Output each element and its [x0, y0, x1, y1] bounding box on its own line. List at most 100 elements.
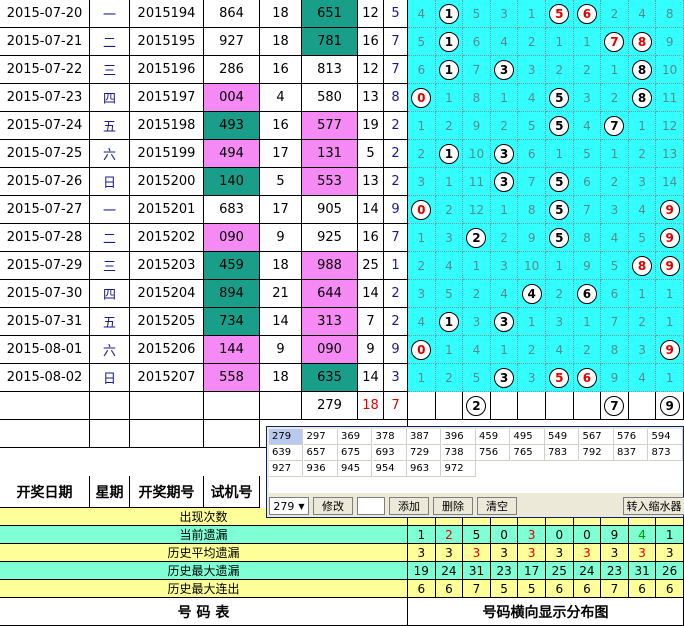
table-row[interactable]: 2015-08-01 六 2015206 144 9 090 9 9 0 1 4 1 2 4 2 8 3 9 [0, 336, 684, 364]
dist-cell: 14 [656, 168, 684, 196]
dist-cell: 10 [463, 140, 491, 168]
hit-ball: 3 [494, 367, 515, 388]
dist-cell: 0 [408, 84, 436, 112]
table-row[interactable]: 2015-07-22 三 2015196 286 16 813 12 7 6 1 7 3 3 2 2 1 8 10 [0, 56, 684, 84]
clear-button[interactable]: 清空 [477, 497, 517, 515]
dist-cell: 9 [463, 112, 491, 140]
combo-cell[interactable]: 837 [614, 445, 648, 461]
dist-cell: 1 [408, 364, 436, 392]
combo-cell[interactable]: 495 [510, 429, 545, 445]
cell-draw: 905 [302, 196, 358, 224]
cell-a: 16 [260, 56, 302, 84]
delete-button[interactable]: 删除 [433, 497, 473, 515]
dist-cell: 9 [656, 224, 684, 252]
cell-s: 5 [358, 140, 384, 168]
combo-cell[interactable]: 963 [407, 461, 441, 477]
combo-cell[interactable]: 756 [476, 445, 510, 461]
hit-ball: 1 [438, 31, 459, 52]
combo-cell[interactable]: 459 [476, 429, 510, 445]
dist-cell: 3 [628, 336, 657, 364]
combo-cell[interactable]: 549 [545, 429, 579, 445]
omit-count: 1 [555, 146, 564, 161]
dist-cell: 7 [601, 308, 629, 336]
dist-cell: 2 [601, 84, 629, 112]
omit-count: 6 [472, 34, 481, 49]
dist-cell: 1 [656, 280, 684, 308]
import-button[interactable]: 转入缩水器 [623, 497, 684, 515]
combo-cell[interactable]: 387 [407, 429, 441, 445]
hit-ball: 2 [466, 395, 487, 416]
cell-draw: 651 [302, 0, 358, 28]
combo-select[interactable]: 279 ▼ [269, 497, 309, 515]
blank-cell [90, 420, 130, 448]
dist-cell: 1 [408, 112, 436, 140]
combo-cell[interactable]: 567 [579, 429, 614, 445]
combo-cell[interactable]: 279 [269, 429, 303, 445]
combo-cell[interactable]: 369 [338, 429, 372, 445]
dist-cell: 2 [518, 28, 546, 56]
table-row[interactable]: 2015-07-24 五 2015198 493 16 577 19 2 1 2 9 2 5 5 4 7 1 12 [0, 112, 684, 140]
add-button[interactable]: 添加 [389, 497, 429, 515]
cell-draw: 644 [302, 280, 358, 308]
omit-count: 2 [500, 118, 508, 133]
dist-cell: 4 [490, 28, 519, 56]
dist-cell: 1 [435, 308, 464, 336]
combo-cell[interactable]: 729 [407, 445, 441, 461]
cell-d: 7 [384, 28, 408, 56]
combo-cell[interactable]: 783 [545, 445, 579, 461]
dist-cell: 5 [546, 112, 574, 140]
combo-cell[interactable]: 936 [303, 461, 338, 477]
combo-cell[interactable]: 378 [372, 429, 407, 445]
stat-value: 5 [463, 526, 491, 544]
cell-test: 494 [204, 140, 260, 168]
combo-cell[interactable]: 873 [648, 445, 683, 461]
cell-draw: 813 [302, 56, 358, 84]
cell-a: 4 [260, 84, 302, 112]
combo-cell[interactable]: 972 [441, 461, 476, 477]
edit-button[interactable]: 修改 [313, 497, 353, 515]
omit-count: 3 [610, 202, 619, 217]
omit-count: 4 [583, 118, 591, 133]
combo-cell[interactable]: 927 [269, 461, 303, 477]
omit-count: 5 [583, 146, 591, 161]
combo-cell[interactable]: 576 [614, 429, 648, 445]
hit-ball: 6 [576, 367, 597, 388]
table-row[interactable]: 2015-07-27 一 2015201 683 17 905 14 9 0 2 12 1 8 5 7 3 4 9 [0, 196, 684, 224]
cell-d: 7 [384, 224, 408, 252]
combo-cell[interactable]: 594 [648, 429, 683, 445]
combo-cell[interactable]: 693 [372, 445, 407, 461]
table-row[interactable]: 2015-07-23 四 2015197 004 4 580 13 8 0 1 8 1 4 5 3 2 8 11 [0, 84, 684, 112]
combo-cell[interactable]: 675 [338, 445, 372, 461]
combo-cell[interactable]: 792 [579, 445, 614, 461]
cell-test: 894 [204, 280, 260, 308]
combo-cell[interactable]: 657 [303, 445, 338, 461]
table-row[interactable]: 2015-07-20 一 2015194 864 18 651 12 5 4 1 5 3 1 5 6 2 4 8 [0, 0, 684, 28]
combo-cell[interactable]: 639 [269, 445, 303, 461]
dist-cell: 2 [546, 280, 574, 308]
cell-draw: 313 [302, 308, 358, 336]
number-input[interactable] [357, 497, 385, 515]
combo-cell[interactable]: 396 [441, 429, 476, 445]
table-row[interactable]: 2015-07-30 四 2015204 894 21 644 14 2 3 5 2 4 4 2 6 6 1 1 [0, 280, 684, 308]
combo-cell[interactable]: 297 [303, 429, 338, 445]
omit-count: 1 [638, 286, 646, 301]
dist-cell: 3 [490, 364, 519, 392]
combination-list[interactable]: 279 297 369 378 387 396 459 495 549 567 576 594 639 6… [269, 429, 683, 493]
cell-draw: 090 [302, 336, 358, 364]
dist-cell: 4 [546, 336, 574, 364]
table-row[interactable]: 2015-07-21 二 2015195 927 18 781 16 7 5 1 6 4 2 1 1 7 8 9 [0, 28, 684, 56]
stat-value: 3 [518, 526, 546, 544]
table-row[interactable]: 2015-07-31 五 2015205 734 14 313 7 2 4 1 3 3 1 3 1 7 2 1 [0, 308, 684, 336]
combo-cell[interactable]: 765 [510, 445, 545, 461]
table-row[interactable]: 2015-08-02 日 2015207 558 18 635 14 3 1 2 5 3 3 5 6 9 4 1 [0, 364, 684, 392]
combo-cell[interactable]: 738 [441, 445, 476, 461]
table-row[interactable]: 2015-07-28 二 2015202 090 9 925 16 7 1 3 2 2 9 5 8 4 5 9 [0, 224, 684, 252]
omit-count: 4 [527, 90, 536, 105]
combo-cell[interactable]: 945 [338, 461, 372, 477]
table-row[interactable]: 2015-07-29 三 2015203 459 18 988 25 1 2 4 1 3 10 1 9 5 8 9 [0, 252, 684, 280]
dist-cell: 1 [490, 196, 519, 224]
dist-cell: 11 [463, 168, 491, 196]
combo-cell[interactable]: 954 [372, 461, 407, 477]
table-row[interactable]: 2015-07-26 日 2015200 140 5 553 13 2 3 1 11 3 7 5 6 2 3 14 [0, 168, 684, 196]
table-row[interactable]: 2015-07-25 六 2015199 494 17 131 5 2 2 1 10 3 6 1 5 1 2 13 [0, 140, 684, 168]
